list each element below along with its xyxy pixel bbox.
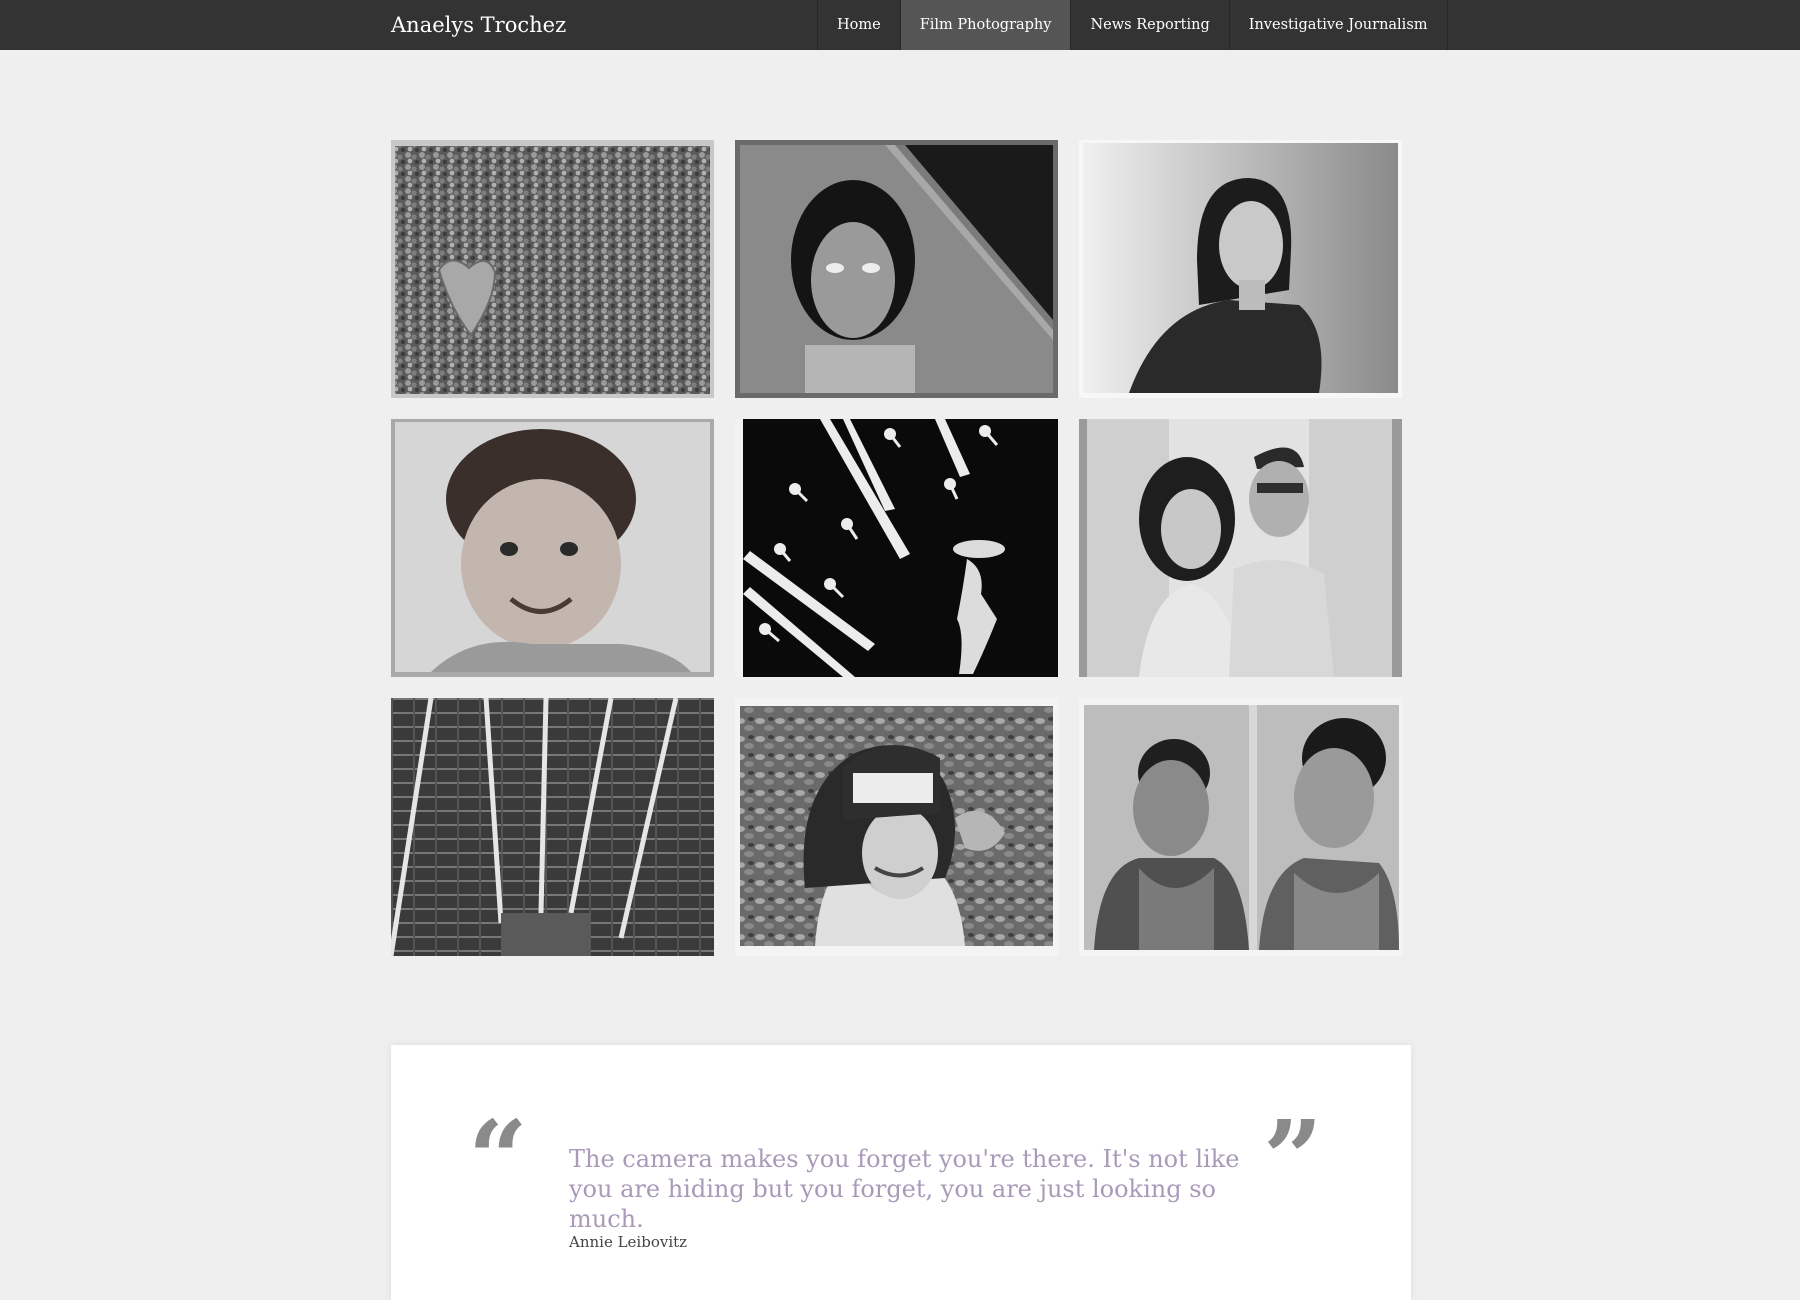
quote-author: Annie Leibovitz: [569, 1233, 688, 1251]
photo-woman-portrait-image: [1079, 140, 1402, 398]
main-nav: Home Film Photography News Reporting Inv…: [817, 0, 1448, 50]
gallery-photo-two-women[interactable]: [1079, 698, 1402, 956]
gallery-photo-woman-portrait[interactable]: [1079, 140, 1402, 398]
nav-item-film-photography[interactable]: Film Photography: [900, 0, 1072, 50]
photo-two-women-image: [1079, 698, 1402, 956]
nav-item-home[interactable]: Home: [818, 0, 901, 50]
nav-item-news-reporting[interactable]: News Reporting: [1071, 0, 1230, 50]
quote-card: “ The camera makes you forget you're the…: [391, 1045, 1411, 1300]
gallery-photo-heart-stone[interactable]: [391, 140, 714, 398]
photo-two-people-image: [1079, 419, 1402, 677]
gallery-photo-beanie-woman[interactable]: [735, 698, 1058, 956]
nav-item-investigative-journalism[interactable]: Investigative Journalism: [1230, 0, 1448, 50]
photo-heart-stone-image: [391, 140, 714, 398]
photo-photogram-image: [735, 419, 1058, 677]
gallery-photo-toddler[interactable]: [391, 419, 714, 677]
photo-gallery: [391, 140, 1402, 956]
close-quote-mark: ”: [1263, 1097, 1323, 1220]
gallery-photo-photogram[interactable]: [735, 419, 1058, 677]
gallery-photo-ceiling-beams[interactable]: [391, 698, 714, 956]
quote-text: The camera makes you forget you're there…: [569, 1145, 1240, 1233]
photo-negative-portrait-image: [735, 140, 1058, 398]
open-quote-mark: “: [468, 1097, 528, 1220]
top-navigation-bar: Anaelys Trochez Home Film Photography Ne…: [0, 0, 1800, 50]
photo-beanie-woman-image: [735, 698, 1058, 956]
photo-ceiling-beams-image: [391, 698, 714, 956]
gallery-photo-two-people[interactable]: [1079, 419, 1402, 677]
gallery-photo-negative-portrait[interactable]: [735, 140, 1058, 398]
site-title[interactable]: Anaelys Trochez: [391, 10, 566, 40]
photo-toddler-image: [391, 419, 714, 677]
